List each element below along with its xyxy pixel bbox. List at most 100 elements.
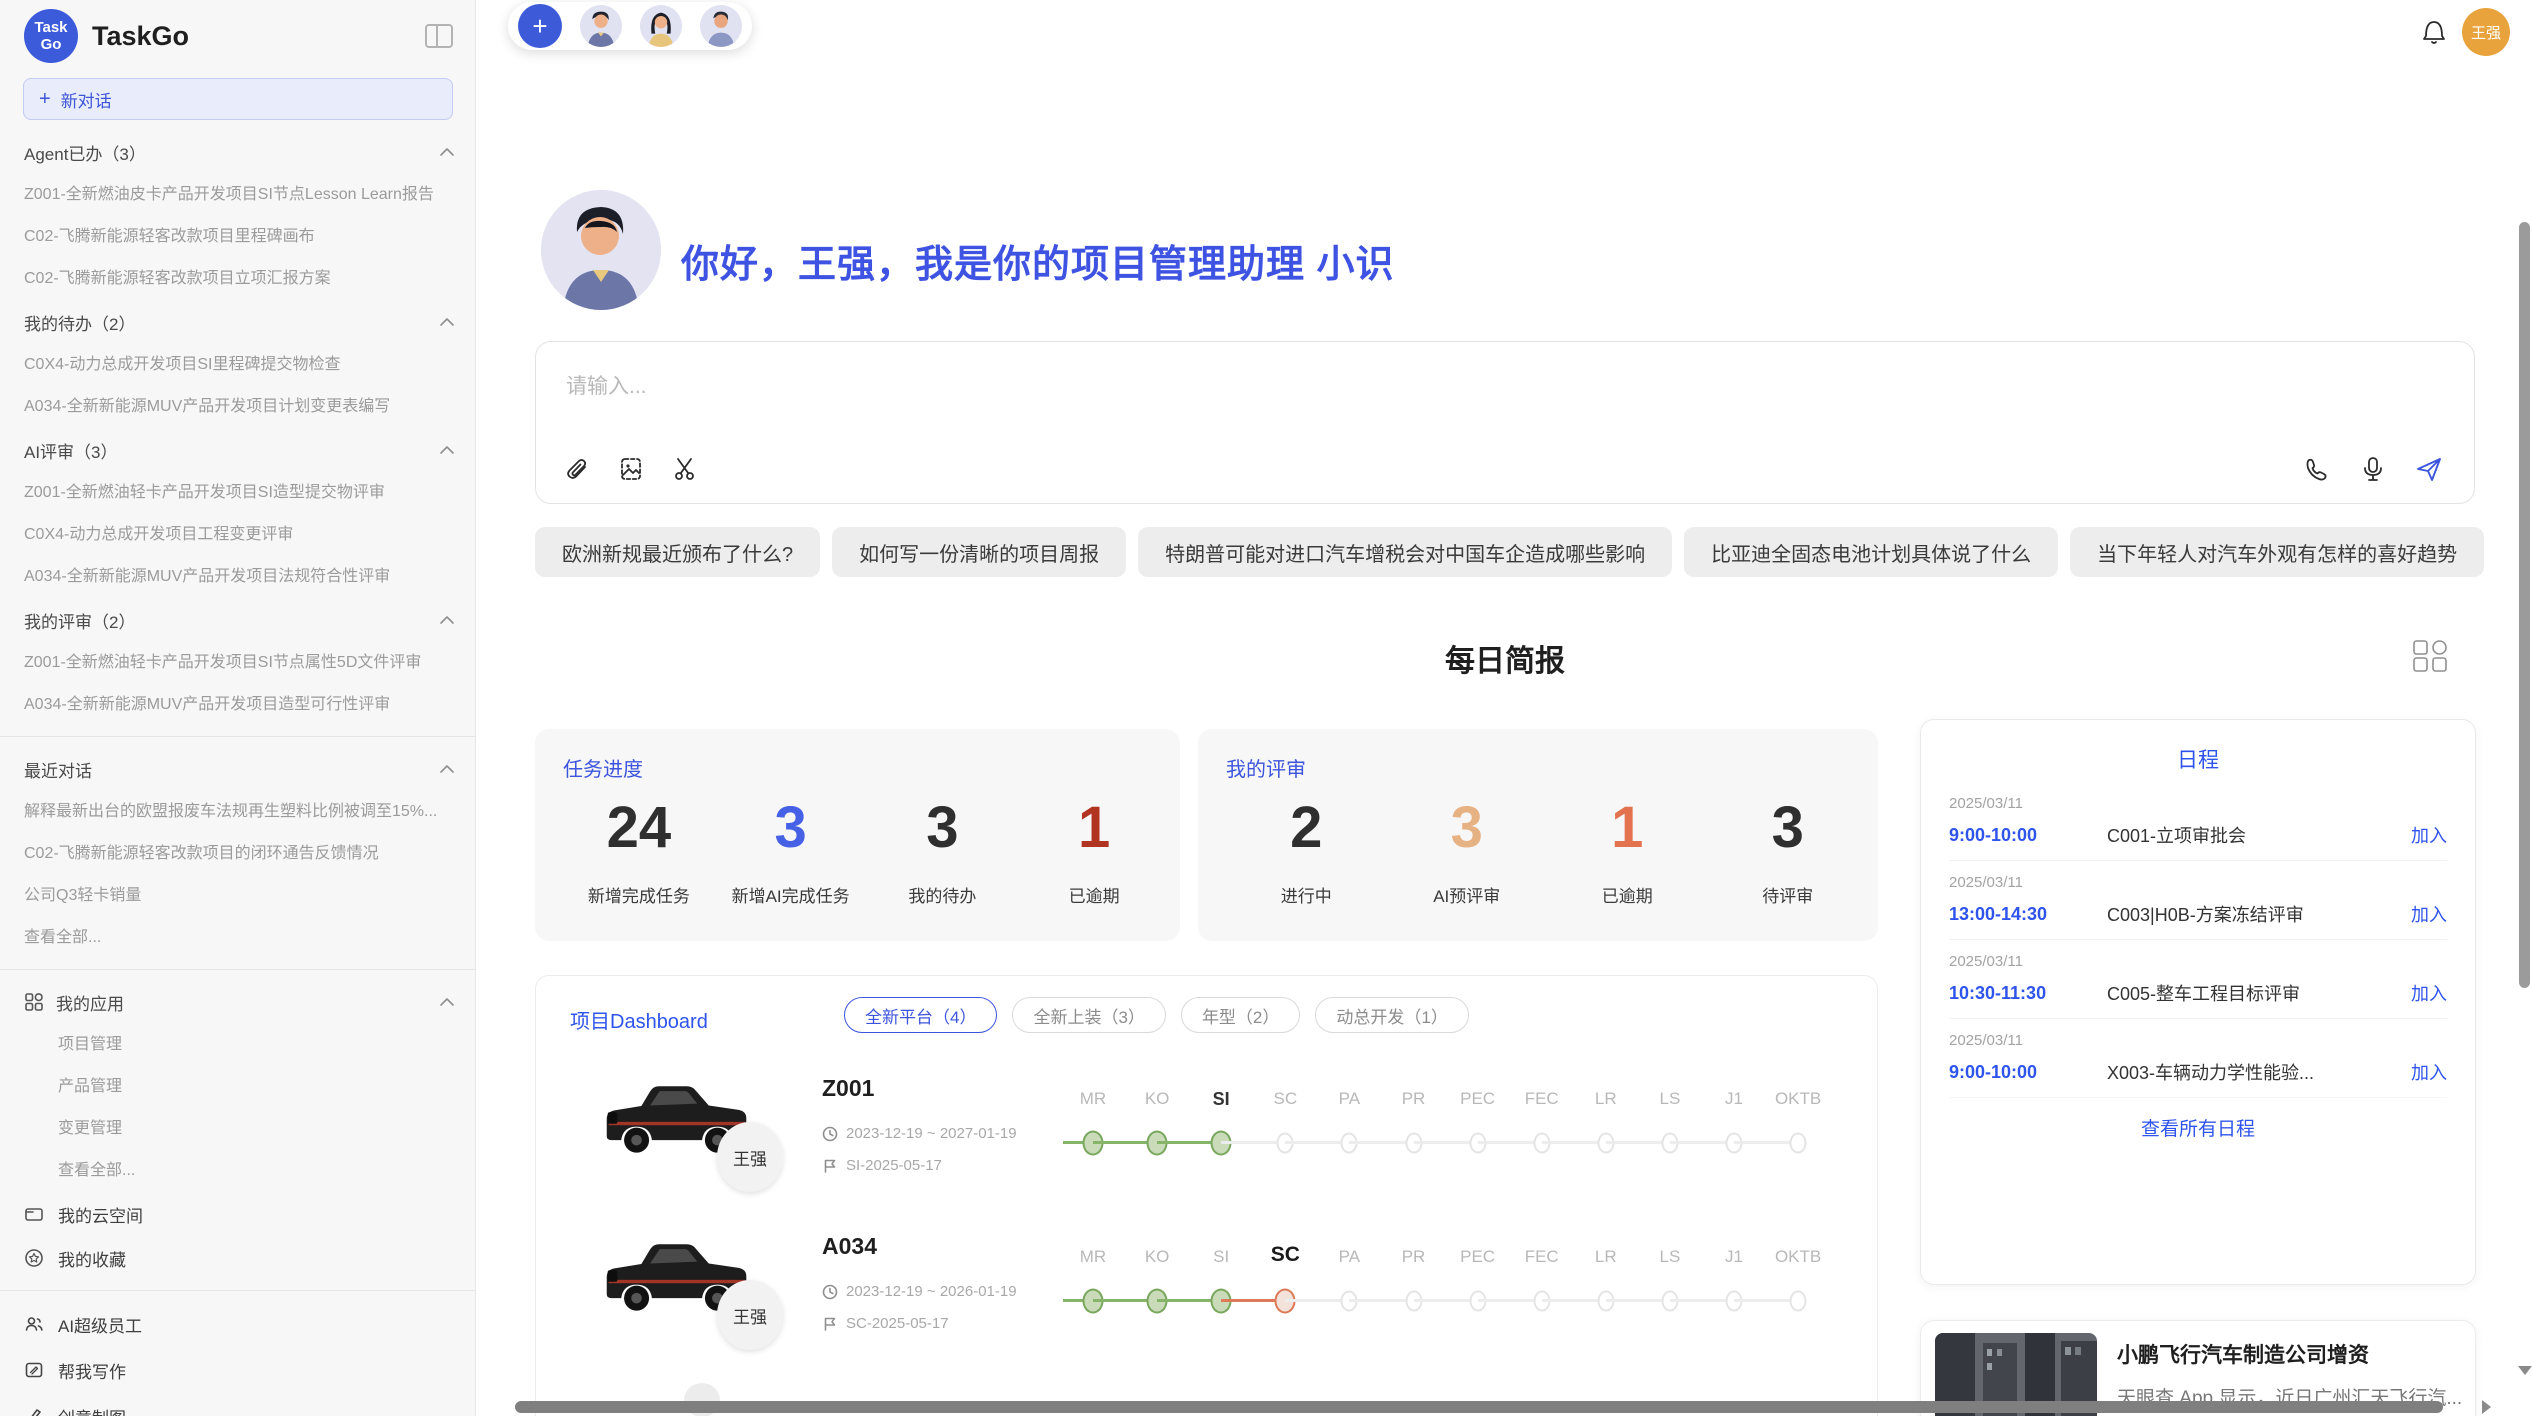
app-item[interactable]: 变更管理 [0, 1108, 475, 1150]
screenshot-scissors-icon[interactable] [670, 455, 700, 485]
project-next-milestone: SC-2025-05-17 [822, 1315, 949, 1332]
sidebar-section-header[interactable]: Agent已办（3） [0, 130, 475, 174]
new-chat-button[interactable]: + 新对话 [23, 78, 453, 120]
sidebar-collapse-icon[interactable] [425, 24, 453, 48]
recent-conversation-item[interactable]: 公司Q3轻卡销量 [0, 875, 475, 917]
sidebar-item-ai-super-staff[interactable]: AI超级员工 [0, 1301, 475, 1347]
sidebar-item-favorites[interactable]: 我的收藏 [0, 1236, 475, 1280]
project-flag-text: SI-2025-05-17 [846, 1157, 942, 1174]
dashboard-filter[interactable]: 年型（2） [1181, 997, 1300, 1033]
schedule-event-time: 9:00-10:00 [1949, 825, 2107, 846]
dashboard-filter[interactable]: 全新平台（4） [844, 997, 997, 1033]
conversation-switcher: + [508, 2, 752, 50]
schedule-event: 2025/03/1110:30-11:30C005-整车工程目标评审加入 [1949, 940, 2447, 1019]
schedule-event: 2025/03/119:00-10:00C001-立项审批会加入 [1949, 782, 2447, 861]
sidebar-item[interactable]: Z001-全新燃油皮卡产品开发项目SI节点Lesson Learn报告 [0, 174, 475, 216]
stat-value: 24 [563, 792, 715, 864]
project-next-milestone: SI-2025-05-17 [822, 1157, 942, 1174]
apps-view-all-link[interactable]: 查看全部... [0, 1150, 475, 1192]
dashboard-filter[interactable]: 动总开发（1） [1315, 997, 1468, 1033]
view-all-schedule-link[interactable]: 查看所有日程 [2141, 1114, 2255, 1141]
sidebar-item[interactable]: A034-全新新能源MUV产品开发项目计划变更表编写 [0, 386, 475, 428]
schedule-event-name: X003-车辆动力学性能验... [2107, 1059, 2399, 1085]
sidebar-recent-header[interactable]: 最近对话 [0, 747, 475, 791]
stat: 3新增AI完成任务 [715, 792, 867, 907]
sidebar-item[interactable]: C02-飞腾新能源轻客改款项目立项汇报方案 [0, 258, 475, 300]
attach-file-icon[interactable] [562, 455, 592, 485]
sidebar-item-creative-drawing[interactable]: 创意制图 [0, 1393, 475, 1416]
sidebar-item-cloud-space[interactable]: 我的云空间 [0, 1192, 475, 1236]
user-name: 王强 [2471, 22, 2501, 43]
schedule-list: 2025/03/119:00-10:00C001-立项审批会加入 2025/03/… [1949, 782, 2447, 1098]
voice-call-icon[interactable] [2302, 455, 2332, 485]
sidebar-section-header[interactable]: AI评审（3） [0, 428, 475, 472]
milestone-segment [1734, 1299, 1798, 1302]
microphone-icon[interactable] [2358, 455, 2388, 485]
sidebar-item[interactable]: C0X4-动力总成开发项目工程变更评审 [0, 514, 475, 556]
schedule-event-time: 9:00-10:00 [1949, 1062, 2107, 1083]
chevron-up-icon [439, 615, 455, 625]
schedule-join-link[interactable]: 加入 [2411, 901, 2447, 927]
recent-conversation-item[interactable]: C02-飞腾新能源轻客改款项目的闭环通告反馈情况 [0, 833, 475, 875]
my-apps-label: 我的应用 [56, 990, 439, 1015]
stat: 1已逾期 [1547, 792, 1708, 907]
briefing-layout-icon[interactable] [2410, 638, 2450, 674]
daily-briefing-title: 每日简报 [535, 636, 2475, 680]
app-item[interactable]: 产品管理 [0, 1066, 475, 1108]
scroll-down-arrow[interactable] [2518, 1366, 2532, 1375]
app-root: Task Go TaskGo + 新对话 Agent已办（3）Z001-全新燃油… [0, 0, 2532, 1416]
chat-input[interactable] [536, 342, 2474, 430]
app-logo: Task Go [24, 9, 78, 63]
sidebar-item-help-me-write[interactable]: 帮我写作 [0, 1347, 475, 1393]
avatar-contact-1[interactable] [580, 5, 622, 47]
cloud-space-icon [24, 1204, 44, 1224]
schedule-join-link[interactable]: 加入 [2411, 822, 2447, 848]
schedule-event-row: 9:00-10:00X003-车辆动力学性能验... 加入 [1949, 1059, 2447, 1085]
sidebar-item-my-apps[interactable]: 我的应用 [0, 980, 475, 1024]
schedule-join-link[interactable]: 加入 [2411, 980, 2447, 1006]
schedule-event-name: C001-立项审批会 [2107, 822, 2399, 848]
suggestion-chip[interactable]: 欧洲新规最近颁布了什么? [535, 527, 820, 577]
avatar-contact-2[interactable] [640, 5, 682, 47]
scroll-right-arrow[interactable] [2482, 1400, 2491, 1414]
new-chat-label: 新对话 [61, 87, 112, 112]
sidebar-item[interactable]: Z001-全新燃油轻卡产品开发项目SI节点属性5D文件评审 [0, 642, 475, 684]
suggestion-chip[interactable]: 当下年轻人对汽车外观有怎样的喜好趋势 [2070, 527, 2484, 577]
suggestion-chip[interactable]: 特朗普可能对进口汽车增税会对中国车企造成哪些影响 [1138, 527, 1672, 577]
milestone-segment [1734, 1141, 1798, 1144]
send-icon[interactable] [2414, 455, 2444, 485]
milestone-segment [1349, 1299, 1413, 1302]
sidebar-item[interactable]: A034-全新新能源MUV产品开发项目造型可行性评审 [0, 684, 475, 726]
schedule-join-link[interactable]: 加入 [2411, 1059, 2447, 1085]
sidebar-section-header[interactable]: 我的待办（2） [0, 300, 475, 344]
sidebar-task-sections: Agent已办（3）Z001-全新燃油皮卡产品开发项目SI节点Lesson Le… [0, 130, 475, 726]
recent-view-all-link[interactable]: 查看全部... [0, 917, 475, 959]
schedule-panel: 日程 2025/03/119:00-10:00C001-立项审批会加入2025/… [1920, 719, 2476, 1285]
sidebar-section-label: 我的待办（2） [24, 310, 439, 335]
sidebar-item[interactable]: C0X4-动力总成开发项目SI里程碑提交物检查 [0, 344, 475, 386]
avatar-contact-3[interactable] [700, 5, 742, 47]
attach-image-icon[interactable] [616, 455, 646, 485]
dashboard-filter[interactable]: 全新上装（3） [1012, 997, 1165, 1033]
horizontal-scrollbar-thumb[interactable] [515, 1401, 2443, 1413]
sidebar-item[interactable]: A034-全新新能源MUV产品开发项目法规符合性评审 [0, 556, 475, 598]
sidebar-item[interactable]: C02-飞腾新能源轻客改款项目里程碑画布 [0, 216, 475, 258]
recent-conversation-item[interactable]: 解释最新出台的欧盟报废车法规再生塑料比例被调至15%... [0, 791, 475, 833]
sidebar-section-header[interactable]: 我的评审（2） [0, 598, 475, 642]
milestone-segment [1478, 1299, 1542, 1302]
vertical-scrollbar-thumb[interactable] [2519, 222, 2530, 988]
dashboard-filters: 全新平台（4） 全新上装（3） 年型（2） 动总开发（1） [844, 997, 1469, 1033]
project-row: 王强 A034 2023-12-19 ~ 2026-01-19 SC-2025-… [536, 1225, 1877, 1383]
milestone-segment [1606, 1141, 1670, 1144]
suggestion-chip[interactable]: 比亚迪全固态电池计划具体说了什么 [1684, 527, 2058, 577]
divider [0, 736, 475, 737]
notifications-bell-icon[interactable] [2420, 16, 2448, 46]
suggestion-chip[interactable]: 如何写一份清晰的项目周报 [832, 527, 1126, 577]
user-avatar[interactable]: 王强 [2462, 8, 2510, 56]
add-conversation-button[interactable]: + [518, 4, 562, 48]
stat-label: 进行中 [1226, 882, 1387, 907]
sidebar-item[interactable]: Z001-全新燃油轻卡产品开发项目SI造型提交物评审 [0, 472, 475, 514]
app-item[interactable]: 项目管理 [0, 1024, 475, 1066]
app-title: TaskGo [92, 21, 189, 52]
stat: 3AI预评审 [1387, 792, 1548, 907]
